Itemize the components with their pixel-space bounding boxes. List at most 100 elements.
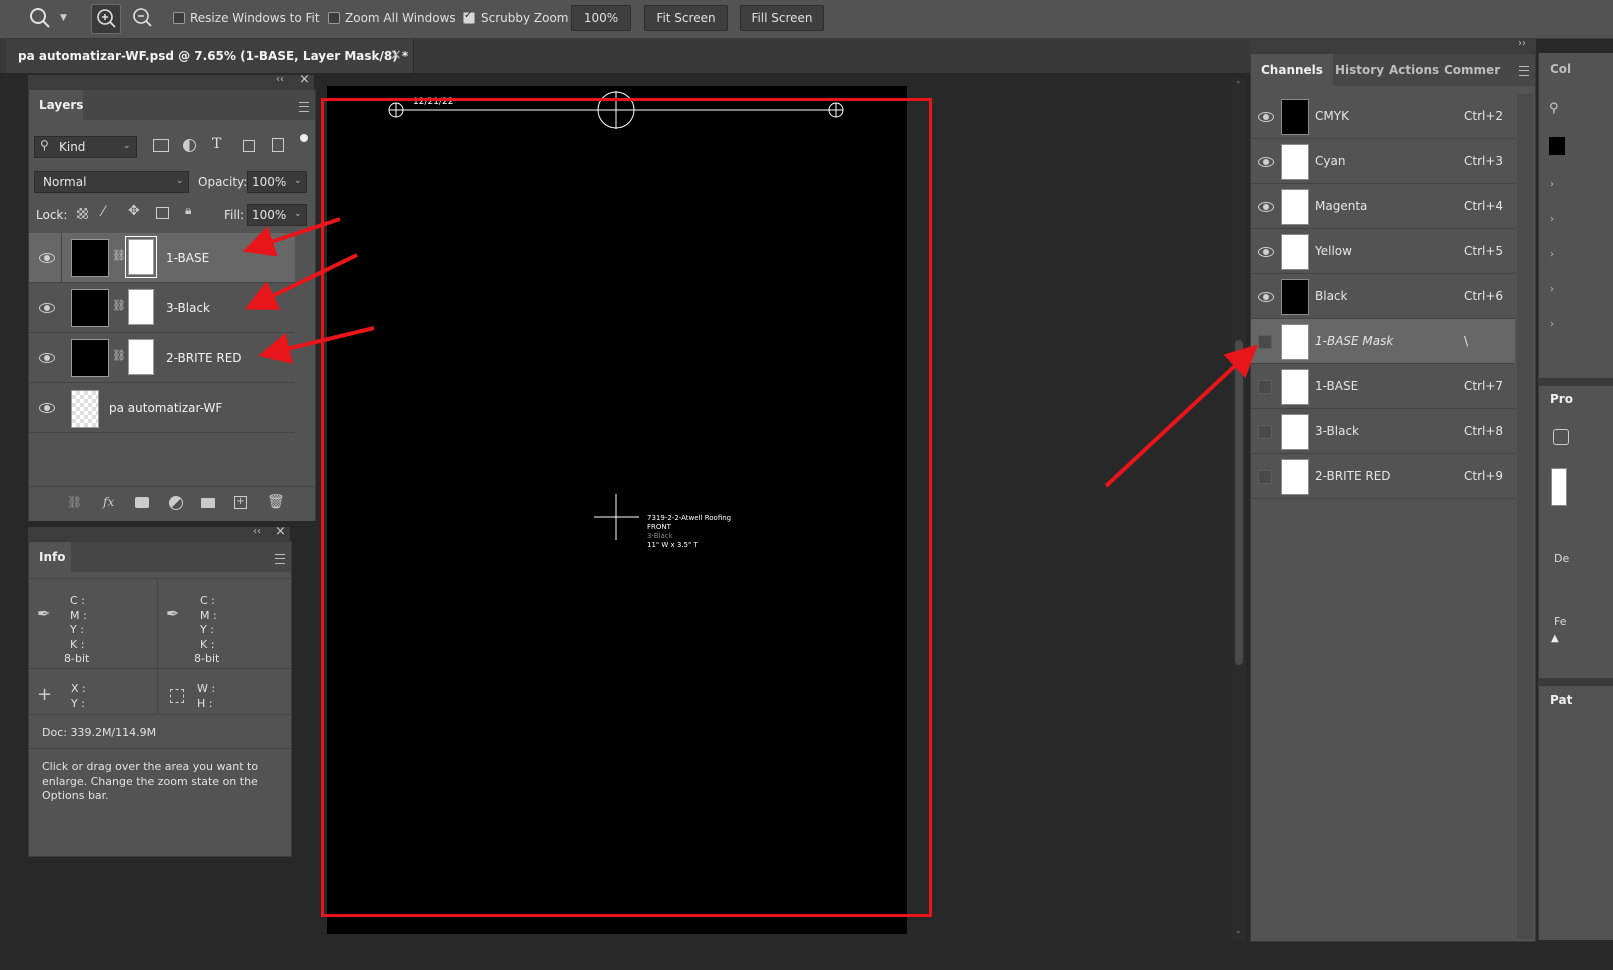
visibility-eye-icon[interactable] <box>1258 202 1274 212</box>
tab-history[interactable]: History <box>1335 63 1384 77</box>
channel-row-magenta[interactable]: Magenta Ctrl+4 <box>1251 184 1515 229</box>
canvas-scrollbar[interactable]: ⌃ ⌄ <box>1232 78 1246 940</box>
layer-row-3-black[interactable]: ⛓ 3-Black <box>29 283 295 333</box>
tab-actions[interactable]: Actions <box>1389 63 1439 77</box>
panel-menu-icon[interactable] <box>1519 66 1529 76</box>
visibility-eye-icon[interactable] <box>1258 112 1274 122</box>
lock-paint-icon[interactable]: ⁄ <box>102 204 104 220</box>
channel-row-cyan[interactable]: Cyan Ctrl+3 <box>1251 139 1515 184</box>
properties-panel-tab[interactable]: Pro <box>1550 392 1573 406</box>
new-layer-icon[interactable]: + <box>234 496 247 509</box>
chevron-down-icon[interactable]: ▼ <box>60 13 67 23</box>
pixel-filter-icon[interactable] <box>153 139 169 152</box>
fit-screen-button[interactable]: Fit Screen <box>644 5 728 31</box>
panel-menu-icon[interactable] <box>299 102 309 112</box>
link-layers-icon[interactable]: ⛓ <box>67 495 82 509</box>
layer-thumbnail[interactable] <box>71 339 109 377</box>
folder-icon[interactable] <box>201 498 215 508</box>
collapse-panel-icon[interactable]: ‹‹ <box>253 526 261 537</box>
kind-filter-select[interactable]: ⚲ Kind ⌄ <box>34 136 137 158</box>
channel-row-1-base[interactable]: 1-BASE Ctrl+7 <box>1251 364 1515 409</box>
channel-row-yellow[interactable]: Yellow Ctrl+5 <box>1251 229 1515 274</box>
layer-thumbnail[interactable] <box>71 239 109 277</box>
visibility-eye-icon[interactable] <box>1258 292 1274 302</box>
chevron-right-icon[interactable]: › <box>1550 214 1554 225</box>
layer-name[interactable]: 1-BASE <box>166 251 209 265</box>
resize-windows-checkbox[interactable] <box>173 12 185 24</box>
color-panel-tab[interactable]: Col <box>1550 62 1571 76</box>
mask-icon[interactable] <box>1553 429 1569 445</box>
add-mask-icon[interactable] <box>135 497 149 508</box>
tab-channels[interactable]: Channels <box>1251 54 1333 86</box>
zoom-tool-icon[interactable] <box>28 6 52 30</box>
visibility-toggle[interactable] <box>1258 470 1272 484</box>
paths-panel-tab[interactable]: Pat <box>1550 693 1572 707</box>
filter-toggle-icon[interactable] <box>300 134 308 142</box>
layer-name[interactable]: 3-Black <box>166 301 210 315</box>
collapse-panel-icon[interactable]: ‹‹ <box>276 74 284 85</box>
smart-object-filter-icon[interactable] <box>272 138 284 152</box>
link-icon[interactable]: ⛓ <box>112 299 126 312</box>
channel-row-1-base-mask[interactable]: 1-BASE Mask \ <box>1251 319 1515 364</box>
trash-icon[interactable]: 🗑︎ <box>267 494 285 510</box>
tab-info[interactable]: Info <box>29 542 77 572</box>
zoom-all-checkbox[interactable] <box>328 12 340 24</box>
layer-row-2-brite-red[interactable]: ⛓ 2-BRITE RED <box>29 333 295 383</box>
document-tab[interactable]: pa automatizar-WF.psd @ 7.65% (1-BASE, L… <box>6 39 414 73</box>
fill-input[interactable]: 100% ⌄ <box>247 204 307 226</box>
chevron-right-icon[interactable]: › <box>1550 284 1554 295</box>
layer-mask-thumbnail[interactable] <box>125 236 157 278</box>
layer-name[interactable]: 2-BRITE RED <box>166 351 242 365</box>
shape-filter-icon[interactable] <box>243 140 255 152</box>
zoom-out-icon[interactable] <box>128 4 156 32</box>
visibility-toggle[interactable] <box>1258 335 1272 349</box>
scrollbar-thumb[interactable] <box>1235 340 1243 665</box>
link-icon[interactable]: ⛓ <box>112 349 126 362</box>
layer-mask-thumbnail[interactable] <box>128 289 154 325</box>
layer-thumbnail[interactable] <box>71 289 109 327</box>
visibility-eye-icon[interactable] <box>39 303 55 313</box>
zoom-in-icon[interactable] <box>91 4 121 34</box>
channel-row-2-brite-red[interactable]: 2-BRITE RED Ctrl+9 <box>1251 454 1515 499</box>
opacity-input[interactable]: 100% ⌄ <box>247 171 307 193</box>
search-icon[interactable]: ⚲ <box>1549 101 1559 116</box>
panel-menu-icon[interactable] <box>275 554 285 564</box>
close-panel-icon[interactable]: × <box>275 524 286 539</box>
close-panel-icon[interactable]: × <box>299 72 310 87</box>
lock-position-icon[interactable]: ✥ <box>128 203 140 219</box>
visibility-eye-icon[interactable] <box>1258 247 1274 257</box>
scroll-up-icon[interactable]: ⌃ <box>1235 80 1242 89</box>
layer-name[interactable]: pa automatizar-WF <box>109 401 222 415</box>
fill-screen-button[interactable]: Fill Screen <box>740 5 824 31</box>
adjustment-filter-icon[interactable] <box>183 139 196 152</box>
blend-mode-select[interactable]: Normal ⌄ <box>34 171 189 193</box>
visibility-eye-icon[interactable] <box>39 403 55 413</box>
channel-row-black[interactable]: Black Ctrl+6 <box>1251 274 1515 319</box>
transparent-layer-thumbnail[interactable] <box>71 390 99 428</box>
tab-comments[interactable]: Commer <box>1444 63 1500 77</box>
adjustment-layer-icon[interactable] <box>169 496 183 510</box>
visibility-eye-icon[interactable] <box>1258 157 1274 167</box>
color-swatch[interactable] <box>1549 137 1565 155</box>
type-filter-icon[interactable]: T <box>212 136 221 152</box>
slider-handle-icon[interactable]: ▲ <box>1551 633 1559 644</box>
scrubby-zoom-checkbox[interactable] <box>463 10 475 24</box>
lock-transparent-icon[interactable] <box>77 208 88 219</box>
layer-mask-thumbnail[interactable] <box>128 339 154 375</box>
lock-artboard-icon[interactable] <box>156 207 169 219</box>
visibility-toggle[interactable] <box>1258 380 1272 394</box>
layer-row-1-base[interactable]: ⛓ 1-BASE <box>29 233 295 283</box>
channel-row-3-black[interactable]: 3-Black Ctrl+8 <box>1251 409 1515 454</box>
lock-all-icon[interactable]: 🔒︎ <box>185 203 191 218</box>
close-tab-icon[interactable]: × <box>390 47 402 63</box>
visibility-eye-icon[interactable] <box>39 353 55 363</box>
scroll-down-icon[interactable]: ⌄ <box>1235 926 1242 935</box>
expand-panels-icon[interactable]: ›› <box>1518 38 1526 49</box>
layer-row-background[interactable]: pa automatizar-WF <box>29 383 295 433</box>
zoom-value-field[interactable]: 100% <box>571 5 631 31</box>
chevron-right-icon[interactable]: › <box>1550 179 1554 190</box>
visibility-toggle[interactable] <box>1258 425 1272 439</box>
channel-row-cmyk[interactable]: CMYK Ctrl+2 <box>1251 94 1515 139</box>
chevron-right-icon[interactable]: › <box>1550 249 1554 260</box>
fx-icon[interactable]: fx <box>103 495 114 509</box>
